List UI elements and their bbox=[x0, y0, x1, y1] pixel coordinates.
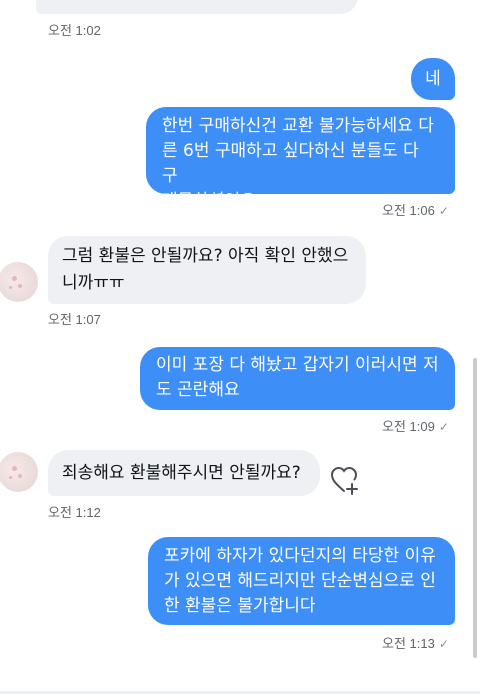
message-bubble-outgoing[interactable]: 이미 포장 다 해놨고 갑자기 이러시면 저 도 곤란해요 bbox=[140, 347, 455, 410]
message-timestamp: 오전 1:09 ✓ bbox=[382, 419, 449, 434]
message-timestamp: 오전 1:13 ✓ bbox=[382, 636, 449, 651]
message-bubble-incoming-cropped[interactable] bbox=[36, 0, 358, 14]
message-timestamp: 오전 1:06 ✓ bbox=[382, 203, 449, 218]
read-check-icon: ✓ bbox=[438, 420, 449, 434]
read-check-icon: ✓ bbox=[438, 637, 449, 651]
message-bubble-outgoing[interactable]: 네 bbox=[411, 58, 455, 100]
scrollbar[interactable] bbox=[473, 358, 477, 658]
message-timestamp: 오전 1:12 bbox=[48, 505, 101, 520]
avatar[interactable] bbox=[0, 452, 38, 492]
message-timestamp: 오전 1:07 bbox=[48, 312, 101, 327]
message-bubble-incoming[interactable]: 죄송해요 환불해주시면 안될까요? bbox=[48, 450, 320, 496]
heart-plus-icon[interactable] bbox=[330, 465, 362, 497]
read-check-icon: ✓ bbox=[438, 204, 449, 218]
message-bubble-outgoing[interactable]: 포카에 하자가 있다던지의 타당한 이유 가 있으면 해드리지만 단순변심으로 … bbox=[148, 537, 455, 625]
message-bubble-incoming[interactable]: 그럼 환불은 안될까요? 아직 확인 안했으 니까ㅠㅠ bbox=[48, 236, 366, 304]
message-bubble-outgoing[interactable]: 한번 구매하신건 교환 불가능하세요 다 른 6번 구매하고 싶다하신 분들도 … bbox=[146, 107, 455, 211]
message-timestamp: 오전 1:02 bbox=[48, 23, 101, 38]
avatar[interactable] bbox=[0, 262, 38, 302]
